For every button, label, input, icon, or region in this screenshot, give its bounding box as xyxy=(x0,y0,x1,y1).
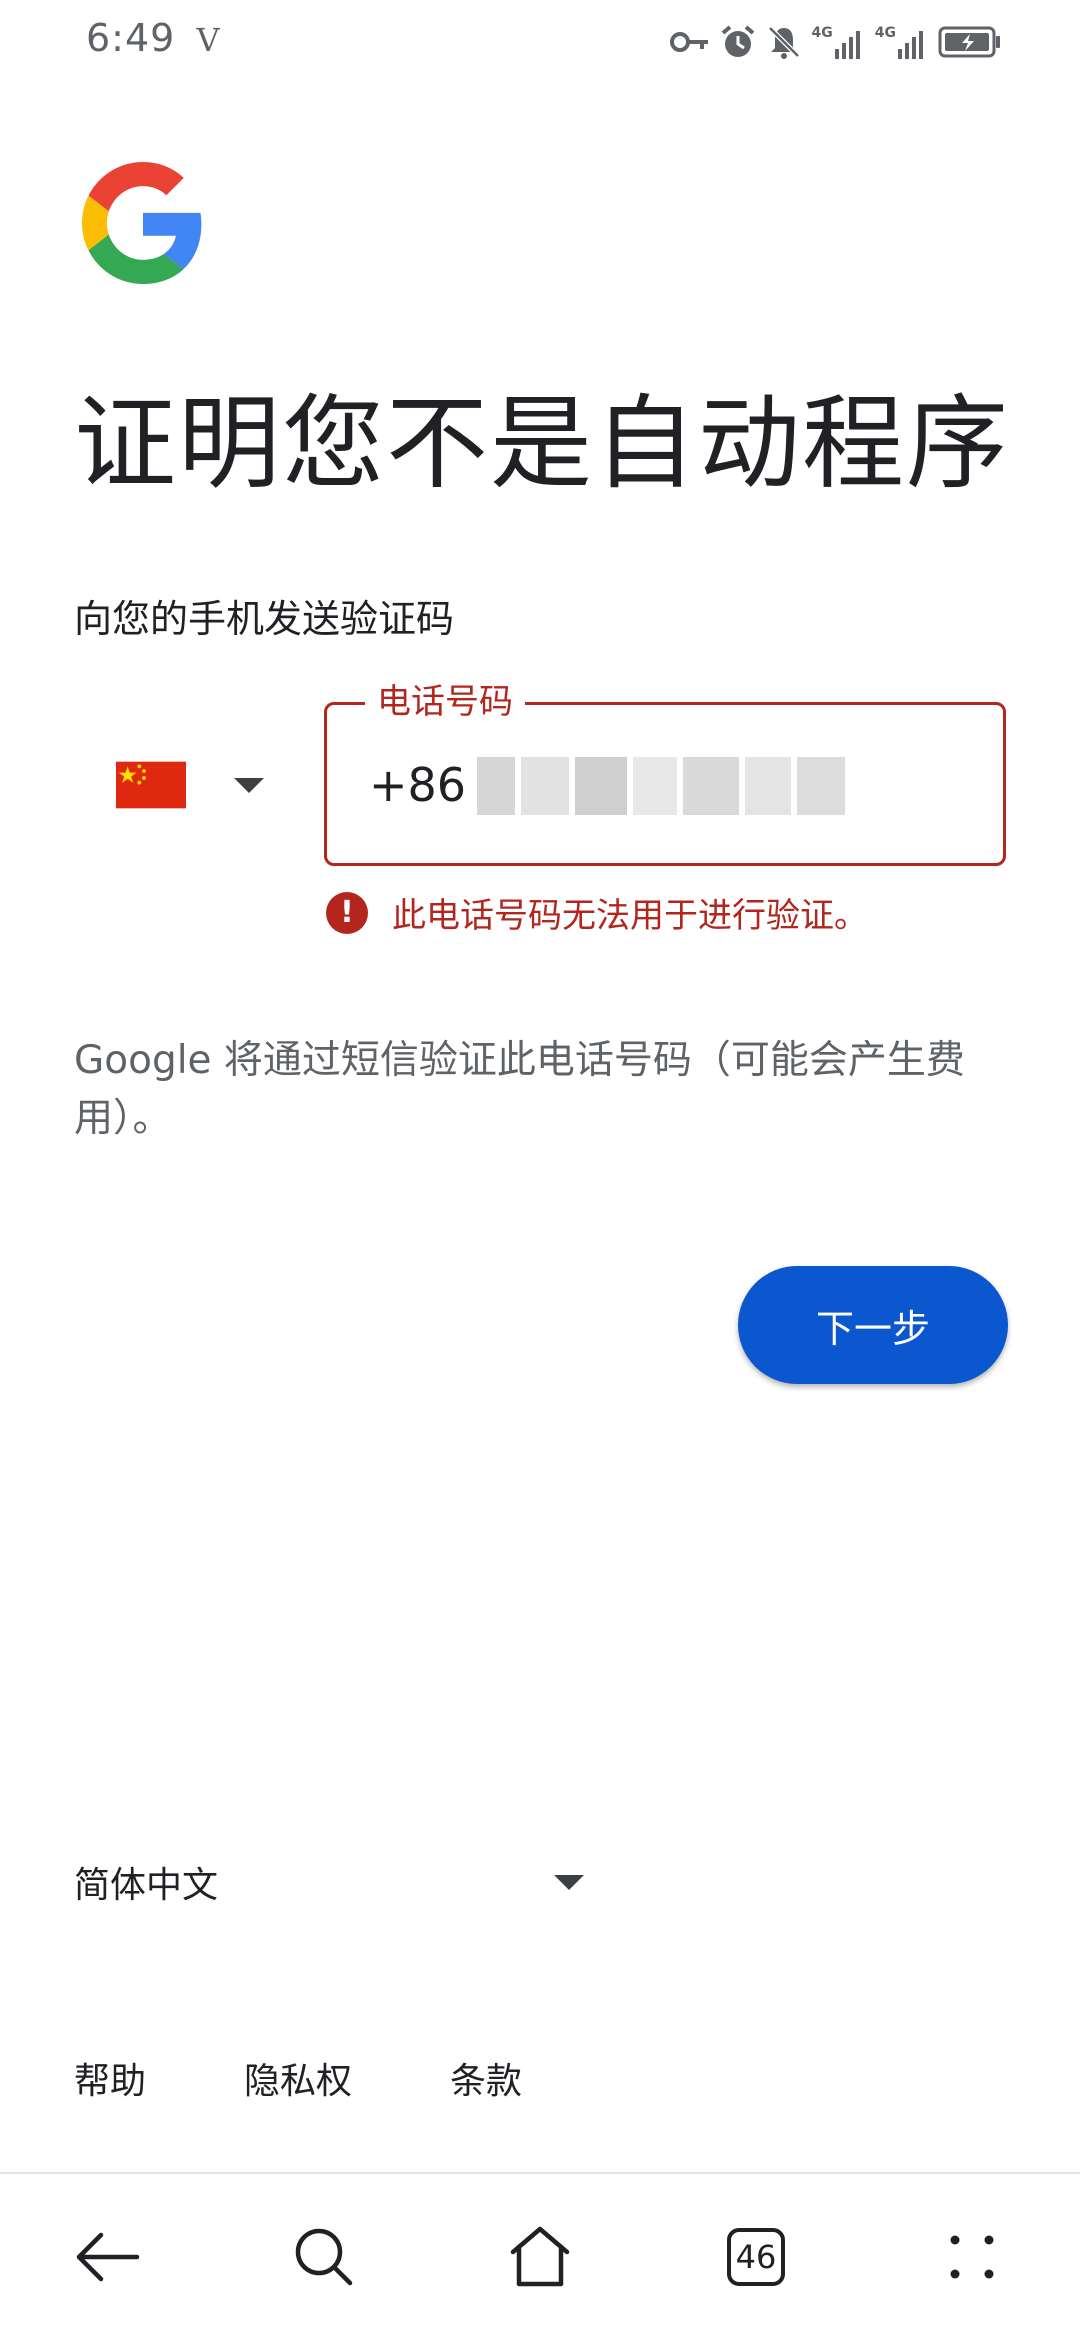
dots-menu-icon xyxy=(950,2235,994,2279)
status-icons: 4G 4G xyxy=(669,18,1002,66)
page-title: 证明您不是自动程序 xyxy=(74,385,1010,504)
tabs-button[interactable]: 46 xyxy=(706,2207,806,2307)
google-g-logo xyxy=(82,162,202,284)
bell-muted-icon xyxy=(767,26,800,59)
tab-count-badge: 46 xyxy=(727,2228,785,2286)
carrier-mark: V xyxy=(196,21,221,59)
help-link[interactable]: 帮助 xyxy=(74,2052,146,2104)
battery-charging-icon xyxy=(938,26,1000,58)
next-button[interactable]: 下一步 xyxy=(738,1266,1008,1384)
country-selector[interactable] xyxy=(116,740,286,830)
search-button[interactable] xyxy=(274,2207,374,2307)
phone-field-label: 电话号码 xyxy=(365,679,525,725)
network-4g-1: 4G xyxy=(812,25,865,59)
sms-info-text: Google 将通过短信验证此电话号码（可能会产生费用）。 xyxy=(74,1038,965,1141)
network-label-1: 4G xyxy=(811,25,833,41)
browser-bottom-nav: 46 xyxy=(0,2174,1080,2340)
error-icon: ! xyxy=(326,891,368,934)
menu-button[interactable] xyxy=(922,2207,1022,2307)
terms-link[interactable]: 条款 xyxy=(450,2052,522,2104)
back-button[interactable] xyxy=(58,2207,158,2307)
language-selector[interactable]: 简体中文 xyxy=(74,1852,584,1912)
footer-links: 帮助 隐私权 条款 xyxy=(74,2052,522,2104)
signal-icon xyxy=(898,31,923,59)
phone-field[interactable]: 电话号码 xyxy=(324,679,1006,866)
network-4g-2: 4G xyxy=(875,25,928,59)
chevron-down-icon xyxy=(554,1874,584,1890)
time-text: 6:49 xyxy=(86,16,176,60)
alarm-icon xyxy=(721,25,754,57)
error-message-row: ! 此电话号码无法用于进行验证。 xyxy=(326,888,868,937)
network-label-2: 4G xyxy=(874,25,896,41)
key-icon xyxy=(669,32,708,52)
home-button[interactable] xyxy=(490,2207,590,2307)
status-bar: 6:49 V 4G 4G xyxy=(0,0,1080,84)
privacy-link[interactable]: 隐私权 xyxy=(244,2052,352,2104)
error-text: 此电话号码无法用于进行验证。 xyxy=(392,896,868,936)
redacted-phone-digits xyxy=(477,757,847,815)
page-subtitle: 向您的手机发送验证码 xyxy=(74,597,455,641)
language-label: 简体中文 xyxy=(74,1865,219,1906)
caret-down-icon xyxy=(234,777,264,793)
page: 6:49 V 4G 4G 证明您不是自动程序 向您的手机发送验证码 电话号码 +… xyxy=(0,0,1080,2340)
status-time: 6:49 V xyxy=(86,16,221,60)
signal-icon xyxy=(834,31,860,59)
china-flag-icon xyxy=(116,761,186,809)
home-icon xyxy=(510,2226,570,2287)
search-icon xyxy=(295,2228,353,2286)
back-arrow-icon xyxy=(76,2232,140,2282)
